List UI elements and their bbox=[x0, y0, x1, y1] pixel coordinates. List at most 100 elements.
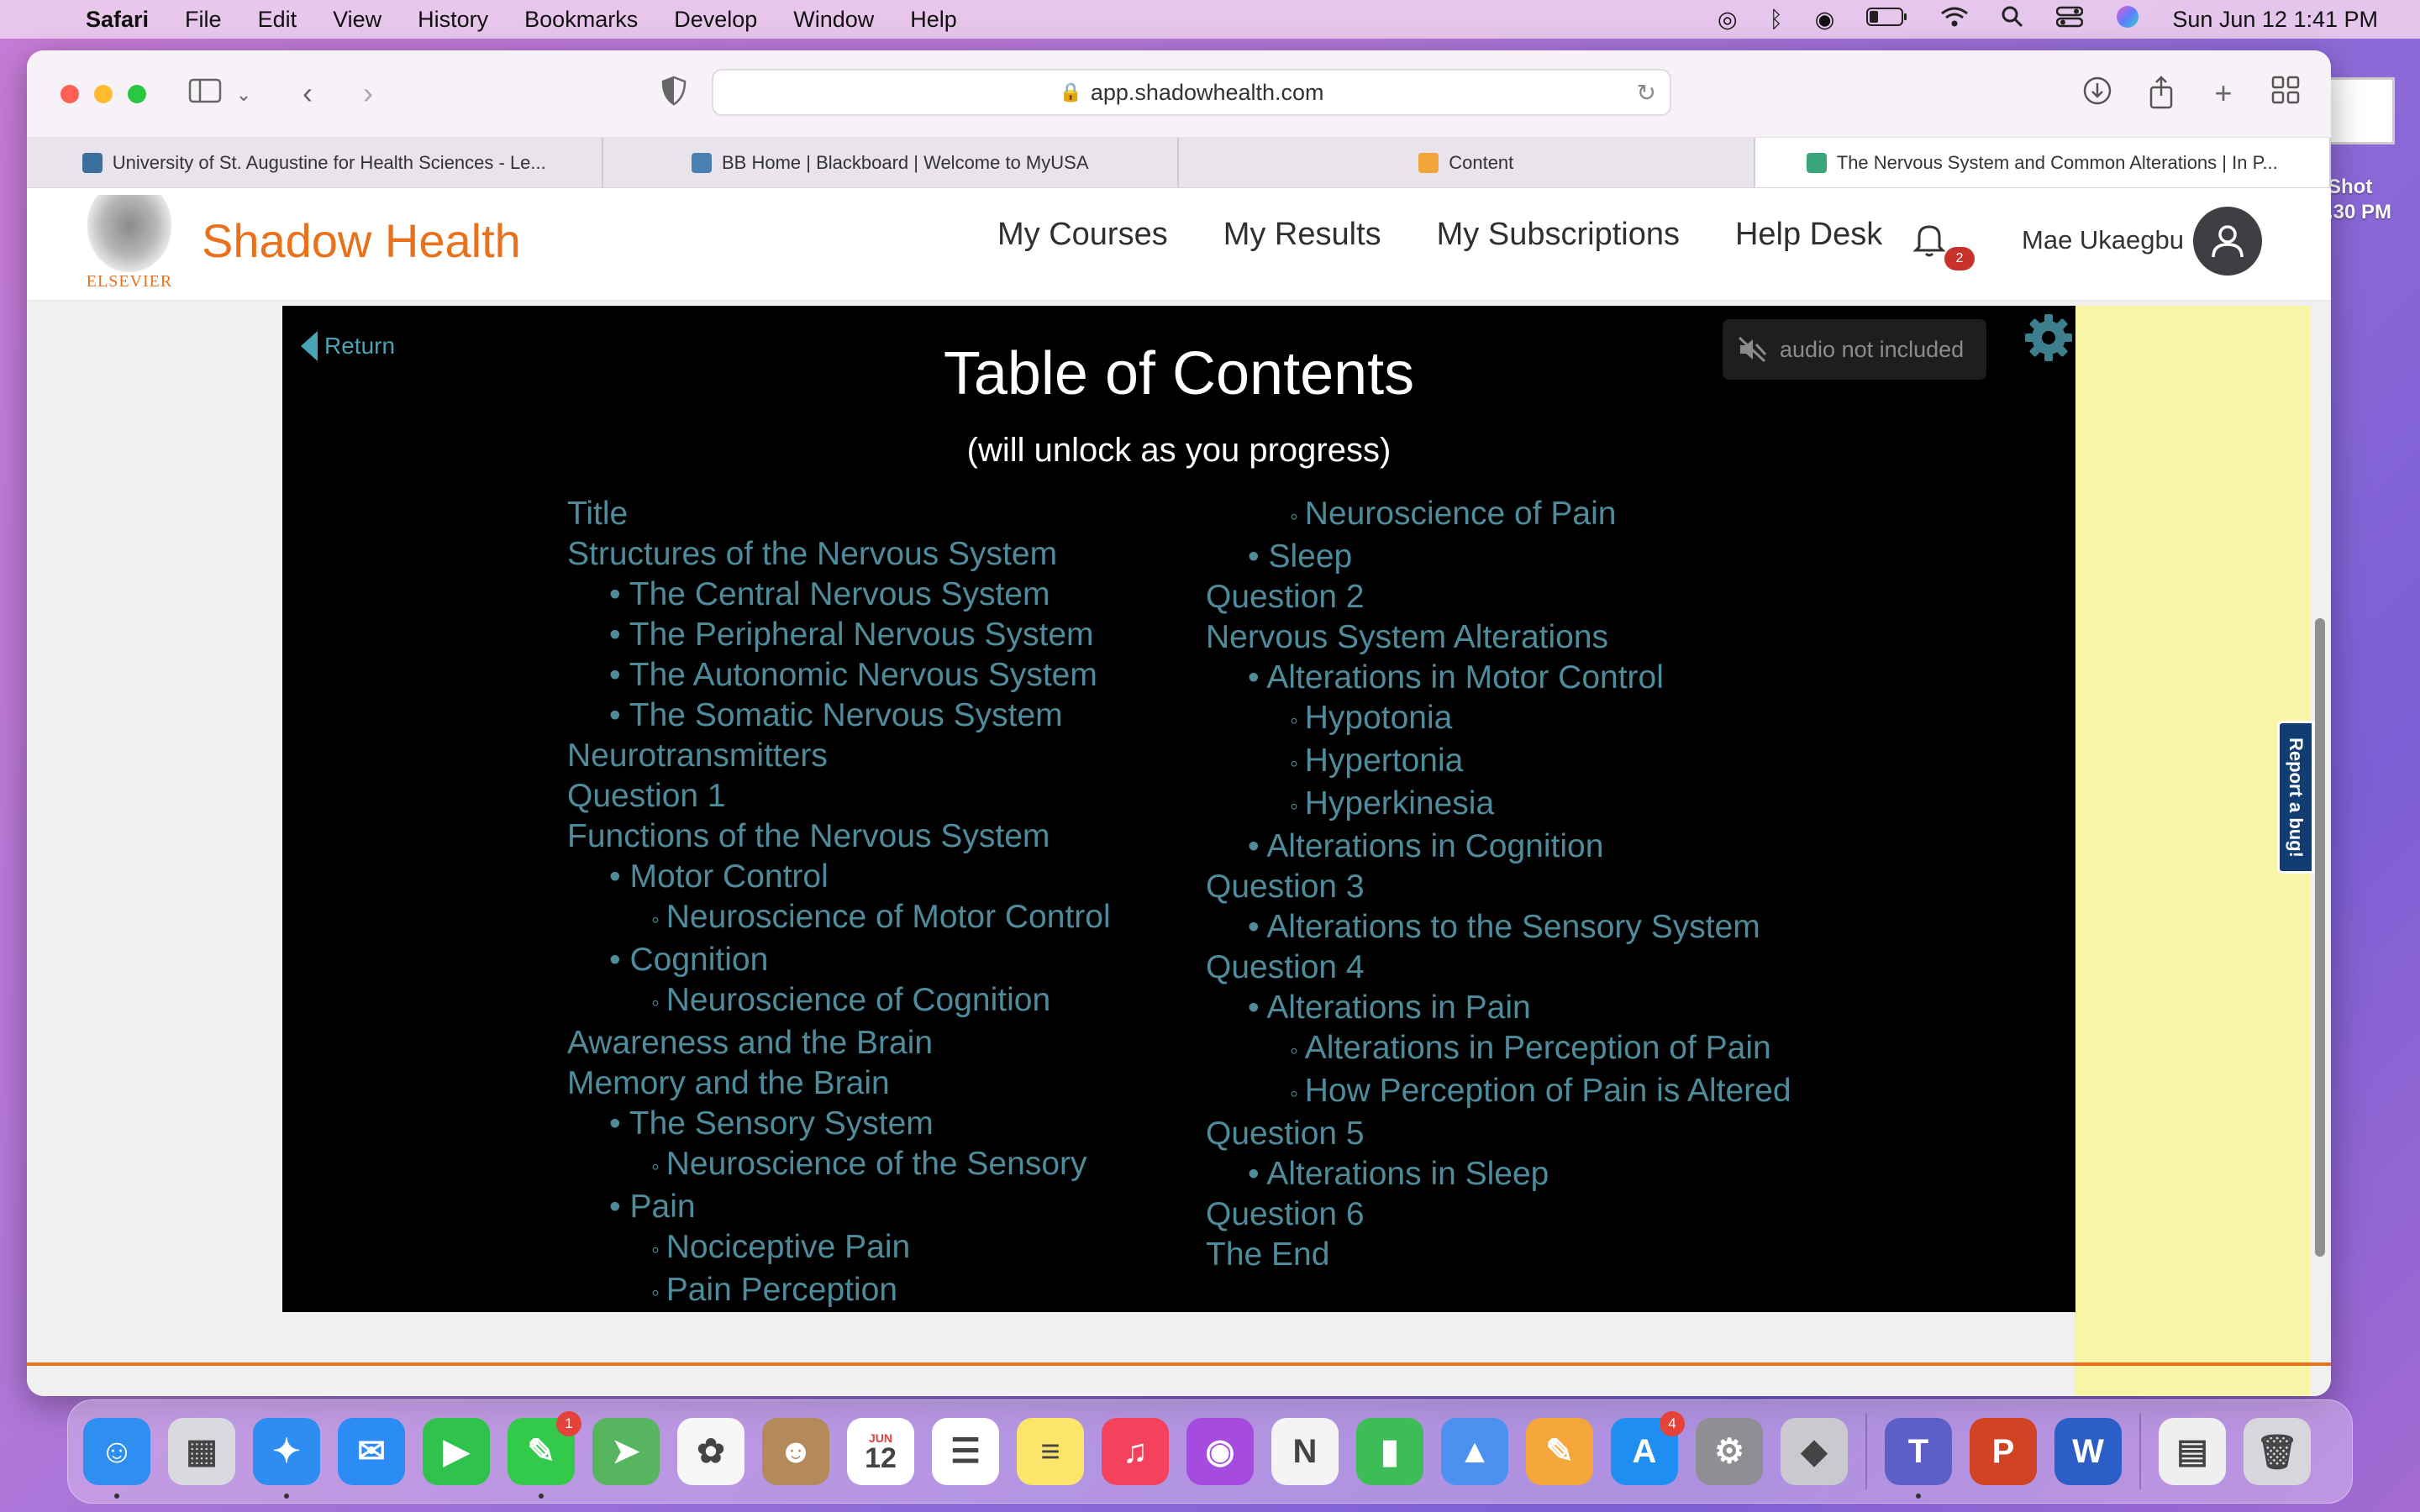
menu-view[interactable]: View bbox=[333, 7, 381, 33]
share-icon[interactable] bbox=[2143, 76, 2180, 117]
toc-item[interactable]: Alterations in Motor Control bbox=[1206, 658, 1791, 698]
toc-item[interactable]: The Central Nervous System bbox=[567, 575, 1111, 615]
toc-item[interactable]: The Sensory System bbox=[567, 1104, 1111, 1144]
toc-item[interactable]: Question 5 bbox=[1206, 1114, 1791, 1154]
dock-news-icon[interactable]: N bbox=[1271, 1418, 1339, 1485]
dock-music-icon[interactable]: ♫ bbox=[1102, 1418, 1169, 1485]
chevron-down-icon[interactable]: ⌄ bbox=[225, 84, 262, 106]
toc-item[interactable]: Cognition bbox=[567, 940, 1111, 980]
wifi-icon[interactable] bbox=[1940, 6, 1969, 34]
user-account-icon[interactable]: ◉ bbox=[1815, 7, 1835, 33]
toc-item[interactable]: The End bbox=[1206, 1235, 1791, 1275]
notification-count-badge[interactable]: 2 bbox=[1944, 247, 1975, 270]
privacy-shield-icon[interactable] bbox=[655, 76, 692, 113]
menu-app-name[interactable]: Safari bbox=[86, 7, 149, 33]
toc-item[interactable]: Structures of the Nervous System bbox=[567, 534, 1111, 575]
toc-item[interactable]: The Autonomic Nervous System bbox=[567, 655, 1111, 696]
menu-edit[interactable]: Edit bbox=[258, 7, 297, 33]
elsevier-logo[interactable]: ELSEVIER bbox=[82, 195, 176, 296]
toc-item[interactable]: Hypotonia bbox=[1206, 698, 1791, 741]
nav-my-courses[interactable]: My Courses bbox=[997, 217, 1168, 253]
dock-reminders-icon[interactable]: ☰ bbox=[932, 1418, 999, 1485]
dock-teams-icon[interactable]: T bbox=[1885, 1418, 1952, 1499]
menu-clock[interactable]: Sun Jun 12 1:41 PM bbox=[2172, 7, 2378, 33]
toc-item[interactable]: Nociceptive Pain bbox=[567, 1227, 1111, 1270]
user-name[interactable]: Mae Ukaegbu bbox=[2022, 225, 2184, 255]
forward-arrow-icon[interactable]: › bbox=[350, 76, 387, 111]
dock-trash-icon[interactable]: 🗑 bbox=[2244, 1418, 2311, 1485]
toc-item[interactable]: Alterations in Pain bbox=[1206, 988, 1791, 1028]
address-bar[interactable]: 🔒 app.shadowhealth.com ↻ bbox=[712, 69, 1671, 116]
tab-usa-learn[interactable]: University of St. Augustine for Health S… bbox=[27, 138, 603, 187]
toc-item[interactable]: The Peripheral Nervous System bbox=[567, 615, 1111, 655]
dock-contacts-icon[interactable]: ☻ bbox=[762, 1418, 829, 1485]
dock-launchpad-icon[interactable]: ▦ bbox=[168, 1418, 235, 1485]
menu-file[interactable]: File bbox=[185, 7, 222, 33]
nav-help-desk[interactable]: Help Desk bbox=[1735, 217, 1882, 253]
dock-pdf-document-icon[interactable]: ▤ bbox=[2159, 1418, 2226, 1485]
toc-item[interactable]: The Somatic Nervous System bbox=[567, 696, 1111, 736]
dock-pages-icon[interactable]: ✎ bbox=[1526, 1418, 1593, 1485]
reload-icon[interactable]: ↻ bbox=[1637, 79, 1656, 107]
tab-nervous-system[interactable]: The Nervous System and Common Alteration… bbox=[1754, 138, 2331, 187]
toc-item[interactable]: Question 2 bbox=[1206, 577, 1791, 617]
toc-item[interactable]: Question 1 bbox=[567, 776, 1111, 816]
back-arrow-icon[interactable]: ‹ bbox=[289, 76, 326, 111]
toc-item[interactable]: Memory and the Brain bbox=[567, 1063, 1111, 1104]
zoom-window-button[interactable] bbox=[128, 85, 146, 103]
desktop-screenshot-label[interactable]: Shot .30 PM bbox=[2328, 175, 2391, 225]
new-tab-plus-icon[interactable]: + bbox=[2205, 76, 2242, 111]
user-avatar-icon[interactable] bbox=[2193, 207, 2262, 276]
toc-item[interactable]: Question 4 bbox=[1206, 948, 1791, 988]
toc-item[interactable]: Neuroscience of Pain bbox=[1206, 494, 1791, 537]
nav-my-results[interactable]: My Results bbox=[1223, 217, 1381, 253]
creative-cloud-icon[interactable]: ◎ bbox=[1718, 7, 1738, 33]
toc-item[interactable]: Question 6 bbox=[1206, 1194, 1791, 1235]
toc-item[interactable]: Pain bbox=[567, 1187, 1111, 1227]
dock-safari-icon[interactable]: ✦ bbox=[253, 1418, 320, 1499]
dock-messages-icon[interactable]: ✎ 1 bbox=[508, 1411, 581, 1499]
toc-item[interactable]: Alterations in Perception of Pain bbox=[1206, 1028, 1791, 1071]
toc-item[interactable]: Question 3 bbox=[1206, 867, 1791, 907]
toc-item[interactable]: Awareness and the Brain bbox=[567, 1023, 1111, 1063]
notification-bell-icon[interactable] bbox=[1909, 218, 1949, 259]
toc-item[interactable]: How Perception of Pain is Altered bbox=[1206, 1071, 1791, 1114]
tab-blackboard[interactable]: BB Home | Blackboard | Welcome to MyUSA bbox=[603, 138, 1179, 187]
menu-bookmarks[interactable]: Bookmarks bbox=[524, 7, 638, 33]
report-bug-button[interactable]: Report a bug! bbox=[2277, 721, 2314, 874]
toc-item[interactable]: Pain Perception bbox=[567, 1270, 1111, 1313]
toc-item[interactable]: Neurotransmitters bbox=[567, 736, 1111, 776]
close-window-button[interactable] bbox=[60, 85, 79, 103]
downloads-icon[interactable] bbox=[2079, 76, 2116, 113]
menu-window[interactable]: Window bbox=[793, 7, 874, 33]
tab-content[interactable]: Content bbox=[1179, 138, 1755, 187]
toc-item[interactable]: Neuroscience of Motor Control bbox=[567, 897, 1111, 940]
toc-item[interactable]: Alterations in Cognition bbox=[1206, 827, 1791, 867]
dock-photos-icon[interactable]: ✿ bbox=[677, 1418, 744, 1485]
sidebar-toggle-icon[interactable] bbox=[187, 76, 224, 111]
menu-history[interactable]: History bbox=[418, 7, 488, 33]
dock-numbers-icon[interactable]: ▮ bbox=[1356, 1418, 1423, 1485]
dock-facetime-icon[interactable]: ▶ bbox=[423, 1418, 490, 1485]
toc-item[interactable]: Hypertonia bbox=[1206, 741, 1791, 784]
dock-keynote-icon[interactable]: ▲ bbox=[1441, 1418, 1508, 1485]
control-center-icon[interactable] bbox=[2056, 6, 2084, 34]
minimize-window-button[interactable] bbox=[94, 85, 113, 103]
nav-my-subscriptions[interactable]: My Subscriptions bbox=[1437, 217, 1680, 253]
page-scrollbar[interactable] bbox=[2315, 618, 2325, 1257]
dock-notes-icon[interactable]: ≡ bbox=[1017, 1418, 1084, 1485]
dock-mail-icon[interactable]: ✉ bbox=[338, 1418, 405, 1485]
battery-icon[interactable] bbox=[1866, 7, 1908, 33]
toc-item[interactable]: Neuroscience of Cognition bbox=[567, 980, 1111, 1023]
toc-item[interactable]: Alterations to the Sensory System bbox=[1206, 907, 1791, 948]
menu-help[interactable]: Help bbox=[910, 7, 957, 33]
toc-item[interactable]: Functions of the Nervous System bbox=[567, 816, 1111, 857]
spotlight-search-icon[interactable] bbox=[2001, 5, 2024, 34]
tab-overview-icon[interactable] bbox=[2267, 76, 2304, 112]
dock-system-preferences-icon[interactable]: ⚙ bbox=[1696, 1418, 1763, 1485]
toc-item[interactable]: Title bbox=[567, 494, 1111, 534]
dock-powerpoint-icon[interactable]: P bbox=[1970, 1418, 2037, 1485]
toc-item[interactable]: Neuroscience of the Sensory bbox=[567, 1144, 1111, 1187]
toc-item[interactable]: Alterations in Sleep bbox=[1206, 1154, 1791, 1194]
dock-roblox-icon[interactable]: ◆ bbox=[1781, 1418, 1848, 1485]
